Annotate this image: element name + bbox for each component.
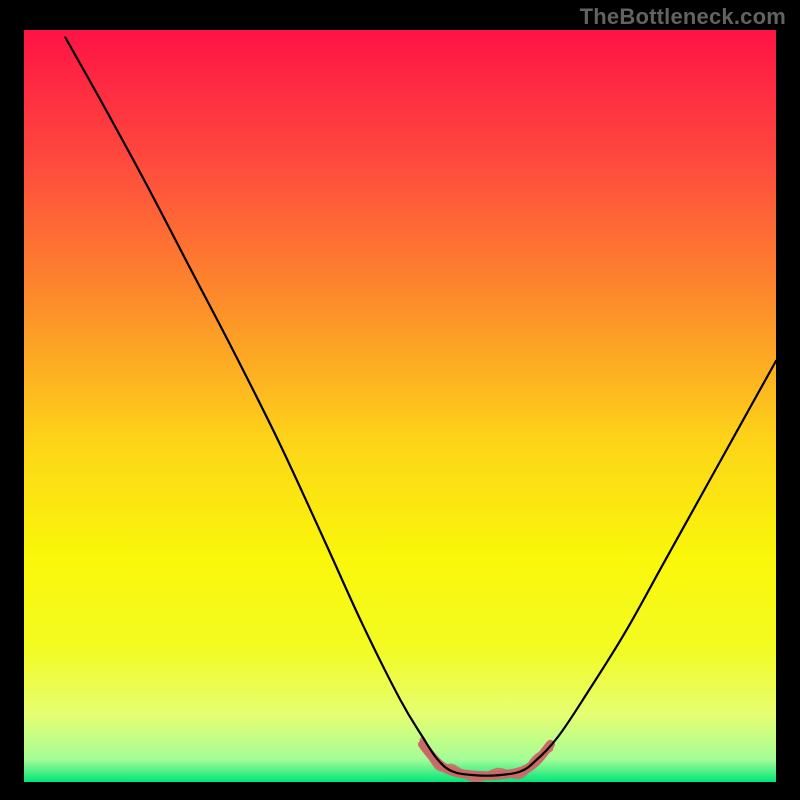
plot-area xyxy=(24,30,776,782)
chart-frame: TheBottleneck.com xyxy=(0,0,800,800)
chart-svg xyxy=(24,30,776,782)
chart-background xyxy=(24,30,776,782)
watermark-text: TheBottleneck.com xyxy=(580,4,786,30)
